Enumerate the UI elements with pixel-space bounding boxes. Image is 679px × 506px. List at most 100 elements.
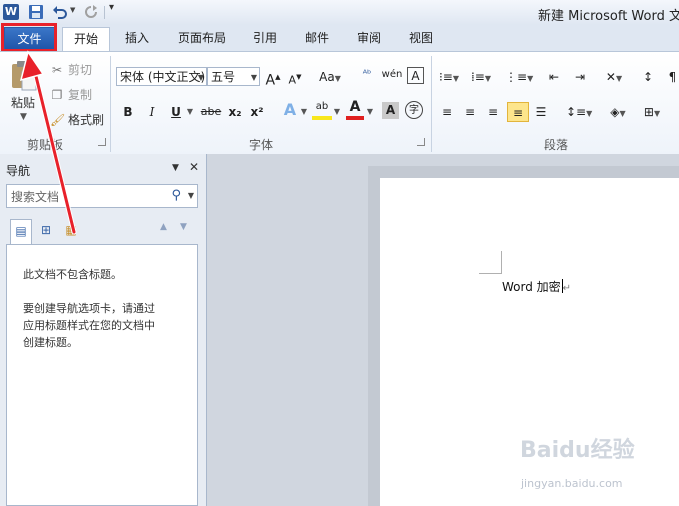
paragraph-mark: ↵ [562, 283, 572, 294]
tab-browse-pages[interactable]: ⊞ [35, 219, 57, 243]
customize-arrow-icon[interactable]: ▾ [109, 2, 114, 13]
cut-label: 剪切 [68, 63, 93, 77]
text-boundary-mark [479, 251, 502, 274]
ribbon-tabs: 文件 开始 插入 页面布局 引用 邮件 审阅 视图 [0, 25, 679, 52]
chevron-down-icon: ▼ [197, 73, 204, 82]
copy-label: 复制 [68, 88, 93, 102]
tab-browse-results[interactable]: ▦ [60, 219, 82, 243]
bullets-button[interactable]: ⁝≡▼ [438, 67, 460, 87]
cut-button[interactable]: ✂ 剪切 [50, 61, 92, 78]
line-spacing-button[interactable]: ↕≡▼ [566, 102, 592, 122]
brush-icon: 🖌 [50, 113, 66, 127]
strikethrough-button[interactable]: abe [200, 102, 222, 122]
pane-options-icon[interactable]: ▼ [172, 163, 179, 173]
increase-indent-button[interactable]: ⇥ [570, 67, 590, 87]
tab-browse-headings[interactable]: ▤ [10, 219, 32, 245]
grow-font-button[interactable]: A▲ [264, 67, 282, 89]
decrease-indent-button[interactable]: ⇤ [544, 67, 564, 87]
tab-home[interactable]: 开始 [62, 27, 110, 52]
tab-page-layout[interactable]: 页面布局 [170, 25, 234, 51]
previous-heading-icon[interactable]: ▲ [160, 222, 167, 232]
highlight-dropdown-icon[interactable]: ▼ [333, 102, 341, 122]
bold-button[interactable]: B [119, 102, 137, 122]
subscript-button[interactable]: x₂ [226, 102, 244, 122]
change-case-button[interactable]: Aa▼ [316, 67, 344, 87]
chinese-layout-button[interactable]: ✕▼ [600, 67, 628, 87]
undo-icon[interactable] [52, 4, 68, 20]
paste-dropdown-icon[interactable]: ▼ [20, 112, 27, 122]
shading-button[interactable]: ◈▼ [606, 102, 630, 122]
highlight-color-button[interactable]: ab [312, 100, 332, 120]
phonetic-guide-button[interactable]: wén [381, 65, 403, 85]
paste-icon[interactable] [10, 60, 38, 92]
format-painter-button[interactable]: 🖌 格式刷 [50, 111, 104, 128]
enclose-characters-button[interactable]: 字 [405, 101, 423, 119]
align-left-button[interactable]: ≡ [438, 102, 456, 122]
font-size-value: 五号 [211, 70, 236, 84]
navigation-pane: 导航 ▼ ✕ ⚲ ▼ ▤ ⊞ ▦ ▲ ▼ 此文档不包含标题。 要创建导航选项卡，… [0, 154, 207, 506]
align-center-button[interactable]: ≡ [461, 102, 479, 122]
instruction-line-2: 应用标题样式在您的文档中 [23, 319, 155, 332]
text-effects-dropdown-icon[interactable]: ▼ [300, 102, 308, 122]
font-size-select[interactable]: 五号 ▼ [207, 67, 260, 86]
tab-file[interactable]: 文件 [4, 27, 55, 52]
paragraph-group-label: 段落 [544, 138, 569, 152]
font-launcher-icon[interactable] [417, 138, 425, 146]
format-painter-label: 格式刷 [68, 113, 105, 127]
watermark-url: jingyan.baidu.com [521, 477, 623, 490]
font-name-value: 宋体 (中文正文) [120, 70, 206, 84]
font-name-select[interactable]: 宋体 (中文正文) ▼ [116, 67, 207, 86]
tab-references[interactable]: 引用 [244, 25, 286, 51]
scissors-icon: ✂ [51, 63, 63, 77]
underline-dropdown-icon[interactable]: ▼ [186, 102, 194, 122]
window-title: 新建 Microsoft Word 文档 [538, 9, 679, 24]
title-bar: W ▼ ▾ 新建 Microsoft Word 文档 [0, 0, 679, 25]
tab-review[interactable]: 审阅 [348, 25, 390, 51]
watermark-logo: Baidu经验 [520, 438, 635, 463]
next-heading-icon[interactable]: ▼ [180, 222, 187, 232]
group-separator [110, 56, 111, 152]
character-shading-button[interactable]: A [382, 102, 399, 119]
multilevel-list-button[interactable]: ⋮≡▼ [505, 67, 533, 87]
italic-button[interactable]: I [143, 102, 161, 122]
font-group-label: 字体 [249, 138, 274, 152]
chevron-down-icon[interactable]: ▼ [188, 191, 194, 200]
search-input[interactable] [7, 185, 163, 209]
no-headings-message: 此文档不包含标题。 [23, 268, 122, 281]
text-effects-button[interactable]: A [280, 100, 300, 120]
undo-dropdown-icon[interactable]: ▼ [70, 6, 78, 14]
ribbon: 粘贴 ▼ ✂ 剪切 ❐ 复制 🖌 格式刷 剪贴板 宋体 (中文正文) ▼ 五号 ▼ A… [0, 51, 679, 156]
justify-button[interactable]: ≡ [507, 102, 529, 122]
numbering-button[interactable]: ⁞≡▼ [470, 67, 492, 87]
search-icon[interactable]: ⚲ [171, 188, 181, 203]
redo-icon[interactable] [83, 4, 99, 20]
copy-button[interactable]: ❐ 复制 [50, 86, 92, 103]
instruction-line-3: 创建标题。 [23, 336, 78, 349]
show-marks-button[interactable]: ¶ [666, 67, 679, 87]
navigation-content [6, 244, 198, 506]
document-body-text[interactable]: Word 加密 ↵ [502, 278, 571, 295]
search-box[interactable]: ⚲ ▼ [6, 184, 198, 209]
tab-view[interactable]: 视图 [400, 25, 442, 51]
sort-button[interactable]: ↕ [638, 67, 658, 87]
align-right-button[interactable]: ≡ [484, 102, 502, 122]
superscript-button[interactable]: x² [248, 102, 266, 122]
borders-button[interactable]: ⊞▼ [640, 102, 664, 122]
navigation-title: 导航 [6, 164, 31, 178]
font-color-button[interactable]: A [346, 100, 364, 120]
close-icon[interactable]: ✕ [189, 160, 199, 174]
clear-formatting-button[interactable]: ᴬᵇ [356, 65, 378, 85]
qat-separator [104, 6, 105, 19]
paste-button[interactable]: 粘贴 [11, 94, 35, 111]
character-border-button[interactable]: A [407, 67, 424, 84]
tab-insert[interactable]: 插入 [114, 25, 160, 51]
underline-button[interactable]: U [167, 102, 185, 122]
save-icon[interactable] [28, 4, 44, 20]
tab-mailings[interactable]: 邮件 [296, 25, 338, 51]
instruction-line-1: 要创建导航选项卡，请通过 [23, 302, 155, 315]
word-logo-icon[interactable]: W [3, 4, 19, 20]
shrink-font-button[interactable]: A▼ [286, 67, 304, 87]
font-color-dropdown-icon[interactable]: ▼ [366, 102, 374, 122]
clipboard-launcher-icon[interactable] [98, 138, 106, 146]
distributed-button[interactable]: ☰ [532, 102, 550, 122]
